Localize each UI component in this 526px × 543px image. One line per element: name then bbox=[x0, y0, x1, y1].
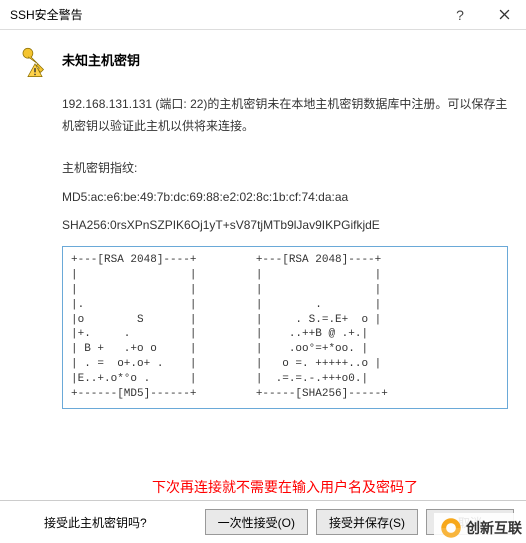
window-title: SSH安全警告 bbox=[10, 6, 438, 23]
watermark-text: 创新互联 bbox=[466, 518, 522, 538]
dialog-heading: 未知主机密钥 bbox=[62, 44, 140, 69]
dialog-header: 未知主机密钥 bbox=[18, 44, 508, 78]
accept-once-button[interactable]: 一次性接受(O) bbox=[205, 509, 308, 535]
help-button[interactable]: ? bbox=[438, 0, 482, 30]
watermark: 创新互联 bbox=[434, 513, 526, 543]
watermark-icon bbox=[438, 515, 464, 541]
fingerprint-sha256: SHA256:0rsXPnSZPIK6Oj1yT+sV87tjMTb9lJav9… bbox=[62, 218, 508, 232]
randomart-box: +---[RSA 2048]----+ +---[RSA 2048]----+ … bbox=[62, 246, 508, 408]
fingerprint-md5: MD5:ac:e6:be:49:7b:dc:69:88:e2:02:8c:1b:… bbox=[62, 190, 508, 204]
annotation-text: 下次再连接就不需要在输入用户名及密码了 bbox=[152, 478, 512, 498]
key-warning-icon bbox=[18, 44, 52, 78]
accept-save-button[interactable]: 接受并保存(S) bbox=[316, 509, 418, 535]
accept-question: 接受此主机密钥吗? bbox=[44, 514, 197, 531]
fingerprint-label: 主机密钥指纹: bbox=[62, 159, 508, 176]
dialog-content: 未知主机密钥 192.168.131.131 (端口: 22)的主机密钥未在本地… bbox=[0, 30, 526, 409]
titlebar: SSH安全警告 ? bbox=[0, 0, 526, 30]
warning-message: 192.168.131.131 (端口: 22)的主机密钥未在本地主机密钥数据库… bbox=[62, 94, 508, 137]
close-icon bbox=[499, 9, 510, 20]
close-button[interactable] bbox=[482, 0, 526, 30]
